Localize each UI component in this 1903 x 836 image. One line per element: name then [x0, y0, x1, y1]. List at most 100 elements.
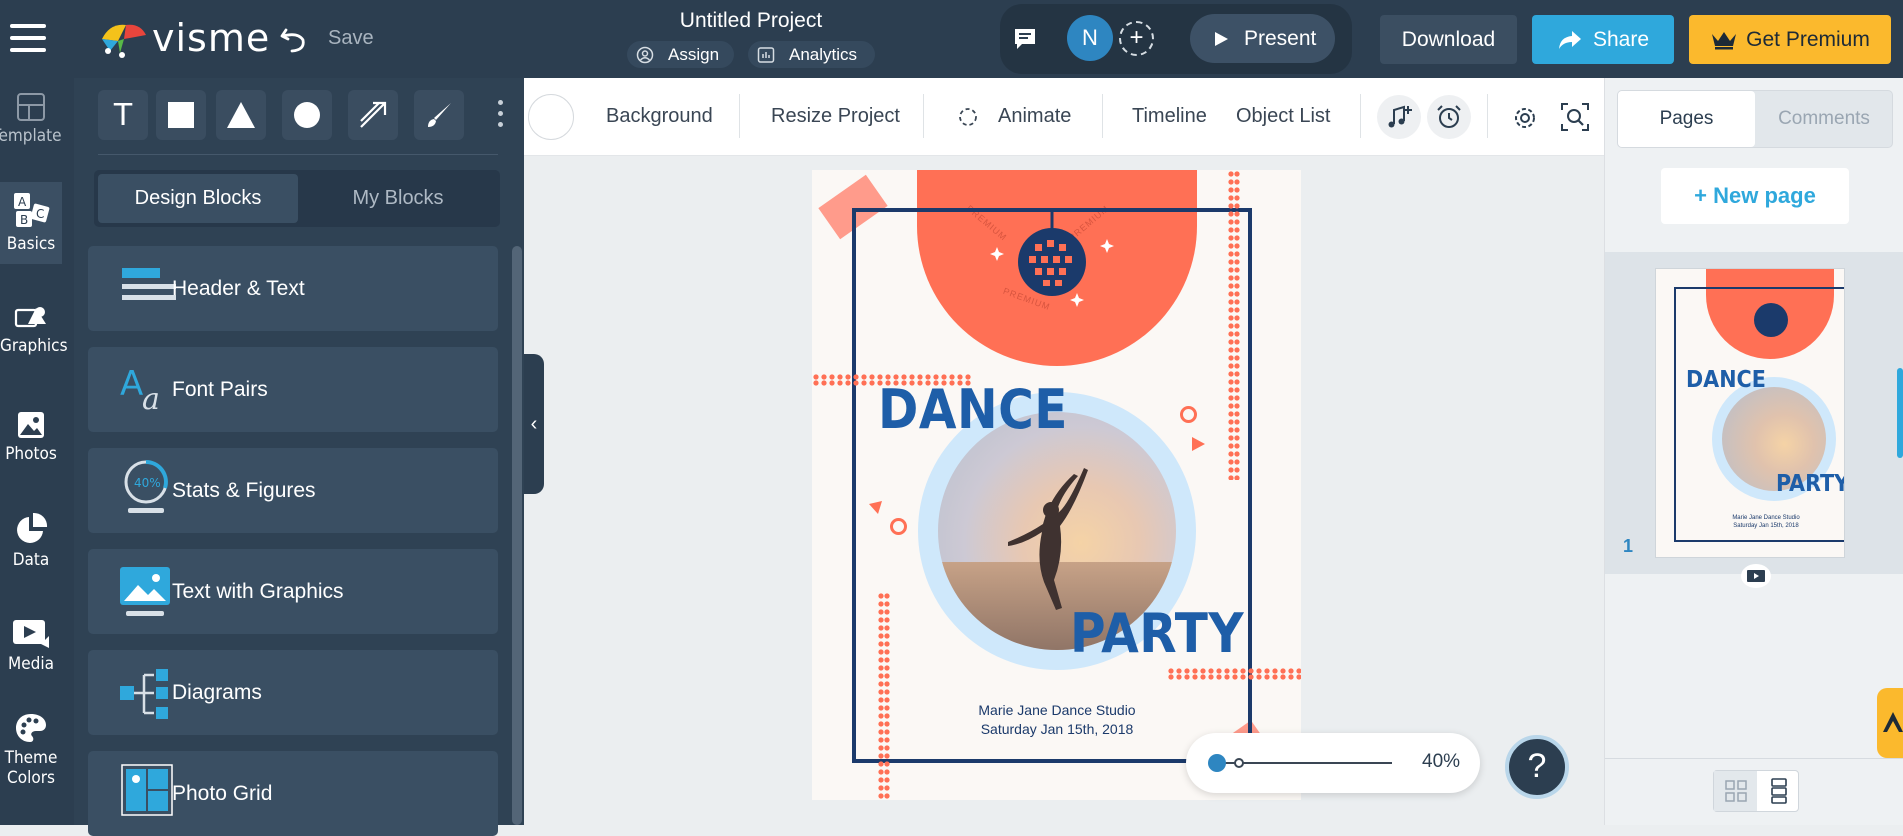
object-list-button[interactable]: Object List	[1236, 78, 1330, 154]
menu-icon[interactable]	[10, 24, 46, 52]
poster-title-party[interactable]: PARTY	[1070, 602, 1244, 665]
save-button[interactable]: Save	[328, 27, 374, 50]
rail-item-photos[interactable]: Photos	[0, 410, 62, 464]
svg-text:a: a	[142, 382, 160, 415]
block-photo-grid[interactable]: Photo Grid	[88, 751, 498, 836]
zoom-control: 40%	[1186, 733, 1480, 793]
user-avatar[interactable]: N	[1067, 15, 1113, 61]
block-header-text[interactable]: Header & Text	[88, 246, 498, 331]
block-label: Photo Grid	[172, 782, 273, 805]
block-text-graphics[interactable]: Text with Graphics	[88, 549, 498, 634]
animate-button[interactable]: Animate	[998, 78, 1071, 154]
rail-label: Colors	[7, 768, 55, 788]
poster-title-dance[interactable]: DANCE	[878, 378, 1068, 441]
help-button[interactable]: ?	[1505, 735, 1569, 799]
grid-view-button[interactable]	[1714, 771, 1757, 811]
line-tool[interactable]	[348, 90, 398, 140]
list-view-button[interactable]	[1757, 771, 1800, 811]
block-diagrams[interactable]: Diagrams	[88, 650, 498, 735]
block-stats-figures[interactable]: 40% Stats & Figures	[88, 448, 498, 533]
timeline-button[interactable]: Timeline	[1132, 78, 1207, 154]
undo-icon[interactable]	[278, 24, 308, 54]
panel-scrollbar[interactable]	[512, 246, 522, 825]
assistant-badge[interactable]	[1877, 688, 1903, 758]
tab-comments[interactable]: Comments	[1755, 91, 1893, 147]
poster-event-date[interactable]: Saturday Jan 15th, 2018	[912, 721, 1202, 737]
coral-ring-left[interactable]	[890, 518, 907, 535]
svg-text:A: A	[120, 365, 143, 404]
dotted-line-right-horizontal[interactable]	[1167, 668, 1301, 680]
audio-button[interactable]	[1377, 95, 1421, 139]
circle-icon	[294, 102, 320, 128]
block-label: Diagrams	[172, 681, 262, 704]
circle-tool[interactable]	[282, 90, 332, 140]
logo-text: visme	[152, 16, 271, 60]
timer-button[interactable]	[1427, 95, 1471, 139]
rail-item-media[interactable]: Media	[0, 618, 62, 674]
share-icon	[1558, 30, 1581, 49]
rail-item-theme-colors[interactable]: Theme Colors	[0, 712, 62, 788]
svg-text:C: C	[36, 207, 44, 221]
tab-pages[interactable]: Pages	[1618, 91, 1755, 147]
coral-ring-right[interactable]	[1180, 406, 1197, 423]
text-tool[interactable]: T	[98, 90, 148, 140]
zoom-slider-thumb[interactable]	[1208, 754, 1226, 772]
comment-icon[interactable]	[1013, 27, 1037, 51]
rail-item-templates[interactable]: Templates	[0, 92, 62, 146]
page-thumbnail[interactable]: DANCE PARTY Marie Jane Dance Studio Satu…	[1655, 268, 1845, 558]
background-button[interactable]: Background	[606, 78, 713, 154]
stats-icon-text: 40%	[134, 476, 161, 490]
more-tools-icon[interactable]	[498, 100, 506, 132]
present-button[interactable]: Present	[1190, 14, 1335, 63]
triangle-tool[interactable]	[216, 90, 266, 140]
view-toggle	[1713, 770, 1799, 812]
present-label: Present	[1244, 26, 1317, 50]
draw-tool[interactable]	[414, 90, 464, 140]
divider	[1102, 94, 1103, 138]
get-premium-button[interactable]: Get Premium	[1689, 15, 1891, 64]
project-title[interactable]: Untitled Project	[620, 9, 882, 33]
rail-item-basics[interactable]: ACB Basics	[0, 182, 62, 264]
share-button[interactable]: Share	[1532, 15, 1674, 64]
divider	[1487, 94, 1488, 138]
background-color-swatch[interactable]	[528, 94, 574, 140]
poster-studio-name[interactable]: Marie Jane Dance Studio	[912, 702, 1202, 718]
page-scroll-indicator[interactable]	[1897, 368, 1903, 458]
resize-project-button[interactable]: Resize Project	[771, 78, 900, 154]
analytics-icon	[757, 46, 775, 63]
assign-button[interactable]: Assign	[627, 41, 734, 68]
block-font-pairs[interactable]: Aa Font Pairs	[88, 347, 498, 432]
thumb-title-dance: DANCE	[1686, 367, 1766, 393]
grid-icon	[1724, 780, 1747, 802]
dotted-line-left-vertical[interactable]	[878, 592, 890, 800]
coral-triangle-right[interactable]	[1190, 436, 1206, 452]
list-icon	[1770, 778, 1787, 804]
tab-design-blocks[interactable]: Design Blocks	[98, 174, 298, 223]
rectangle-tool[interactable]	[156, 90, 206, 140]
download-button[interactable]: Download	[1380, 15, 1517, 64]
add-collaborator-button[interactable]: +	[1119, 21, 1154, 56]
analytics-label: Analytics	[789, 44, 858, 64]
settings-gear-icon[interactable]	[1512, 105, 1538, 131]
dotted-line-right-vertical[interactable]	[1228, 170, 1240, 480]
collapse-panel-button[interactable]: ‹	[524, 354, 544, 494]
divider	[98, 154, 498, 155]
thumb-title-party: PARTY	[1776, 471, 1845, 497]
visme-logo[interactable]: visme	[96, 16, 270, 60]
analytics-button[interactable]: Analytics	[748, 41, 875, 68]
zoom-search-icon[interactable]	[1560, 102, 1590, 132]
rail-item-data[interactable]: Data	[0, 512, 62, 570]
coral-triangle-left[interactable]	[868, 500, 884, 516]
media-icon	[13, 620, 49, 648]
page-thumbnail-action[interactable]	[1741, 564, 1771, 588]
photo-grid-icon	[121, 764, 173, 816]
rail-label: Basics	[6, 234, 56, 254]
graphics-icon	[14, 307, 46, 328]
play-icon	[1215, 31, 1228, 46]
canvas-page[interactable]: PREMIUM PREMIUM PREMIUM DANCE PARTY Mari…	[812, 170, 1301, 800]
divider	[923, 94, 924, 138]
svg-text:A: A	[18, 195, 27, 209]
tab-my-blocks[interactable]: My Blocks	[298, 174, 498, 223]
new-page-button[interactable]: + New page	[1661, 168, 1849, 224]
rail-item-graphics[interactable]: Graphics	[0, 304, 68, 356]
